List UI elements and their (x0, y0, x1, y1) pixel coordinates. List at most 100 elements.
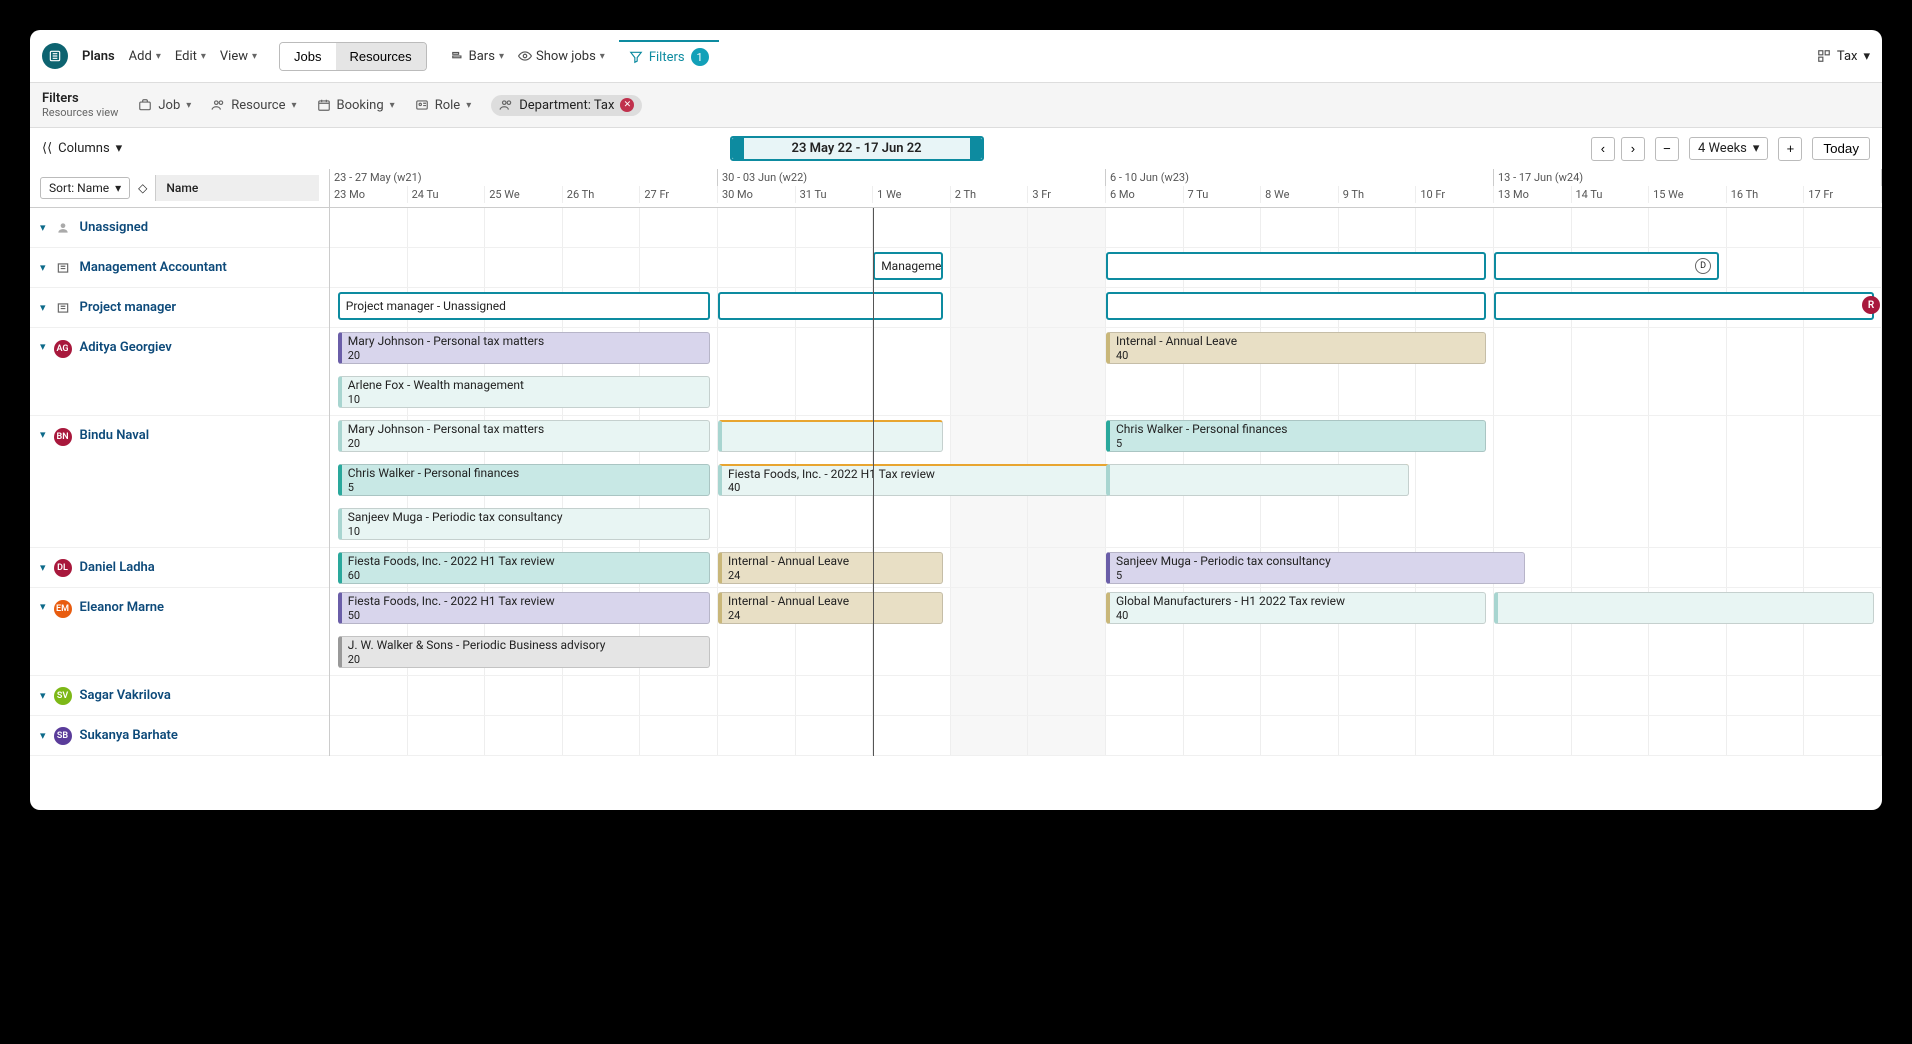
chevron-down-icon[interactable]: ▾ (40, 301, 46, 314)
timeline-row (330, 716, 1882, 756)
resource-row-person[interactable]: ▾ BN Bindu Naval (30, 416, 329, 548)
booking-bar[interactable]: Mary Johnson - Personal tax matters20 (338, 332, 710, 364)
timeline-row (330, 676, 1882, 716)
remove-filter-icon[interactable]: ✕ (620, 98, 634, 112)
zoom-out-button[interactable]: − (1655, 137, 1679, 161)
today-button[interactable]: Today (1812, 137, 1870, 160)
calendar-icon (317, 98, 331, 112)
filter-title: Filters Resources view (42, 91, 118, 119)
filter-job[interactable]: Job▾ (138, 98, 191, 113)
sort-select[interactable]: Sort: Name ▾ (40, 177, 130, 199)
booking-bar[interactable]: Internal - Annual Leave24 (718, 592, 943, 624)
chevron-down-icon: ▾ (115, 181, 121, 195)
booking-bar[interactable]: Arlene Fox - Wealth management10 (338, 376, 710, 408)
booking-bar[interactable]: Mary Johnson - Personal tax matters20 (338, 420, 710, 452)
resource-row-role[interactable]: ▾ Management Accountant (30, 248, 329, 288)
resource-row-person[interactable]: ▾ SB Sukanya Barhate (30, 716, 329, 756)
today-line (873, 208, 874, 756)
show-jobs-menu[interactable]: Show jobs▾ (518, 49, 605, 64)
bars-menu[interactable]: Bars▾ (451, 49, 504, 64)
users-icon (499, 98, 513, 112)
list-icon (54, 259, 72, 277)
booking-bar[interactable]: Management Accountant - Unassigned (873, 252, 943, 280)
chevron-down-icon: ▾ (1863, 49, 1870, 64)
view-menu[interactable]: View▾ (220, 49, 257, 64)
resource-row-person[interactable]: ▾ SV Sagar Vakrilova (30, 676, 329, 716)
chevron-down-icon[interactable]: ▾ (40, 600, 46, 613)
app-logo-icon[interactable] (42, 43, 68, 69)
booking-bar[interactable]: Fiesta Foods, Inc. - 2022 H1 Tax review5… (338, 592, 710, 624)
chevron-down-icon: ▾ (600, 51, 605, 62)
chevron-down-icon[interactable]: ▾ (40, 561, 46, 574)
plans-link[interactable]: Plans (82, 49, 115, 64)
booking-bar[interactable] (718, 420, 943, 452)
filter-resource[interactable]: Resource▾ (211, 98, 296, 113)
chevron-down-icon[interactable]: ▾ (40, 428, 46, 441)
person-icon (54, 219, 72, 237)
booking-bar[interactable]: Internal - Annual Leave40 (1106, 332, 1486, 364)
chevron-down-icon: ▾ (201, 51, 206, 62)
zoom-select[interactable]: 4 Weeks ▾ (1689, 137, 1768, 160)
columns-toggle[interactable]: ⟨⟨ Columns ▾ (42, 141, 122, 156)
booking-bar[interactable] (718, 292, 943, 320)
booking-bar[interactable] (1494, 592, 1874, 624)
filter-bar: Filters Resources view Job▾ Resource▾ Bo… (30, 83, 1882, 128)
d-badge: D (1695, 258, 1711, 274)
booking-bar[interactable] (1106, 292, 1486, 320)
chevron-down-icon[interactable]: ▾ (40, 340, 46, 353)
chevron-down-icon[interactable]: ▾ (40, 729, 46, 742)
controls-bar: ⟨⟨ Columns ▾ 23 May 22 - 17 Jun 22 ‹ › −… (30, 128, 1882, 169)
avatar: DL (54, 559, 72, 577)
chevron-down-icon: ▾ (499, 51, 504, 62)
briefcase-icon (138, 98, 152, 112)
booking-bar[interactable]: Global Manufacturers - H1 2022 Tax revie… (1106, 592, 1486, 624)
booking-bar[interactable]: Chris Walker - Personal finances5 (1106, 420, 1486, 452)
app-window: Plans Add▾ Edit▾ View▾ Jobs Resources Ba… (30, 30, 1882, 810)
main-toolbar: Plans Add▾ Edit▾ View▾ Jobs Resources Ba… (30, 30, 1882, 83)
booking-bar[interactable]: Project manager - Unassigned (338, 292, 710, 320)
resource-row-person[interactable]: ▾ EM Eleanor Marne (30, 588, 329, 676)
booking-bar[interactable] (1494, 292, 1874, 320)
resource-row-role[interactable]: ▾ Project manager (30, 288, 329, 328)
zoom-in-button[interactable]: + (1778, 137, 1802, 161)
chevron-down-icon[interactable]: ▾ (40, 689, 46, 702)
booking-bar[interactable]: Internal - Annual Leave24 (718, 552, 943, 584)
sort-direction-icon[interactable]: ◇ (138, 181, 147, 195)
add-menu[interactable]: Add▾ (129, 49, 161, 64)
jobs-toggle[interactable]: Jobs (280, 43, 335, 70)
date-range-slider[interactable]: 23 May 22 - 17 Jun 22 (730, 136, 984, 161)
booking-bar[interactable]: Sanjeev Muga - Periodic tax consultancy1… (338, 508, 710, 540)
booking-bar[interactable]: Chris Walker - Personal finances5 (338, 464, 710, 496)
resource-list: ▾ Unassigned ▾ Management Accountant ▾ P… (30, 208, 330, 756)
name-column-header[interactable]: Name (155, 175, 319, 201)
filter-icon (629, 50, 643, 64)
prev-button[interactable]: ‹ (1591, 137, 1615, 161)
filter-role[interactable]: Role▾ (415, 98, 472, 113)
filter-department-chip[interactable]: Department: Tax ✕ (491, 95, 642, 116)
next-button[interactable]: › (1621, 137, 1645, 161)
booking-bar[interactable]: J. W. Walker & Sons - Periodic Business … (338, 636, 710, 668)
context-menu[interactable]: Tax▾ (1817, 49, 1870, 64)
booking-bar[interactable]: Fiesta Foods, Inc. - 2022 H1 Tax review6… (338, 552, 710, 584)
filters-button[interactable]: Filters 1 (619, 40, 719, 72)
booking-bar[interactable] (1106, 252, 1486, 280)
chevron-down-icon[interactable]: ▾ (40, 261, 46, 274)
timeline-row (330, 208, 1882, 248)
nav-buttons: ‹ › (1591, 137, 1645, 161)
resource-row-unassigned[interactable]: ▾ Unassigned (30, 208, 329, 248)
bars-icon (451, 49, 465, 63)
week-header: 23 - 27 May (w21) (330, 169, 718, 186)
resources-toggle[interactable]: Resources (336, 43, 426, 70)
edit-menu[interactable]: Edit▾ (175, 49, 206, 64)
chevron-down-icon[interactable]: ▾ (40, 221, 46, 234)
list-icon (54, 299, 72, 317)
resource-row-person[interactable]: ▾ AG Aditya Georgiev (30, 328, 329, 416)
chevron-down-icon: ▾ (186, 100, 191, 111)
avatar: BN (54, 428, 72, 446)
booking-bar[interactable]: D (1494, 252, 1719, 280)
resource-row-person[interactable]: ▾ DL Daniel Ladha (30, 548, 329, 588)
booking-bar[interactable]: Sanjeev Muga - Periodic tax consultancy5 (1106, 552, 1525, 584)
chevron-down-icon: ▾ (252, 51, 257, 62)
booking-bar[interactable] (1106, 464, 1409, 496)
filter-booking[interactable]: Booking▾ (317, 98, 395, 113)
